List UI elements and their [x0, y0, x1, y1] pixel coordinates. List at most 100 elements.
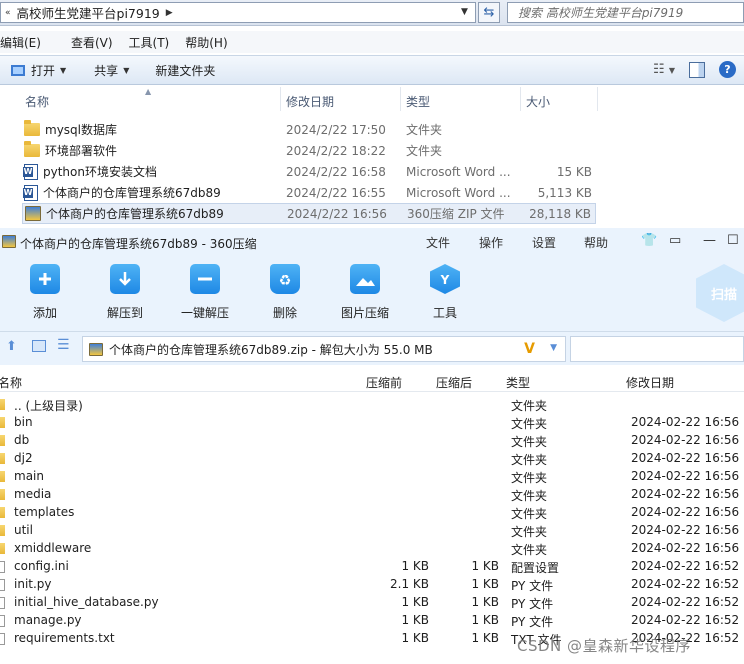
- help-icon[interactable]: ?: [719, 61, 736, 78]
- zcol-comp[interactable]: 压缩后: [436, 374, 472, 391]
- up-arrow-icon[interactable]: ⬆: [6, 339, 17, 354]
- zip-row-date: 2024-02-22 16:56: [631, 451, 740, 465]
- address-bar[interactable]: « 高校师生党建平台pi7919 ▶ ▼: [0, 2, 476, 23]
- folder-icon: [0, 435, 5, 446]
- zip-menu-operate[interactable]: 操作: [479, 234, 503, 251]
- zip-archive-icon: [89, 342, 103, 356]
- file-row[interactable]: 环境部署软件 2024/2/22 18:22 文件夹: [22, 140, 596, 161]
- zip-row-type: PY 文件: [511, 615, 554, 629]
- file-name: 环境部署软件: [45, 144, 118, 158]
- file-icon: [0, 561, 5, 573]
- zip-row[interactable]: templates 文件夹 2024-02-22 16:56: [0, 504, 744, 522]
- col-name[interactable]: 名称: [25, 93, 49, 110]
- zip-menu-help[interactable]: 帮助: [584, 234, 608, 251]
- menu-tools[interactable]: 工具(T): [129, 34, 170, 51]
- watermark: CSDN @皇森新华设程序: [517, 637, 692, 655]
- explorer-toolbar: 打开 ▼ 共享 ▼ 新建文件夹 ☷ ▼ ?: [0, 55, 744, 85]
- zip-search-input[interactable]: [570, 336, 744, 362]
- delete-button[interactable]: ♻ 删除: [250, 264, 320, 321]
- folder-icon: [0, 543, 5, 554]
- zip-row[interactable]: media 文件夹 2024-02-22 16:56: [0, 486, 744, 504]
- feedback-icon[interactable]: ▭: [669, 233, 681, 248]
- skin-icon[interactable]: 👕: [641, 233, 657, 248]
- file-row[interactable]: python环境安装文档 2024/2/22 16:58 Microsoft W…: [22, 161, 596, 182]
- zip-row[interactable]: main 文件夹 2024-02-22 16:56: [0, 468, 744, 486]
- share-button[interactable]: 共享 ▼: [84, 59, 139, 81]
- zip-row[interactable]: xmiddleware 文件夹 2024-02-22 16:56: [0, 540, 744, 558]
- zip-row-type: PY 文件: [511, 579, 554, 593]
- search-input[interactable]: 搜索 高校师生党建平台pi7919: [507, 2, 744, 23]
- menu-edit[interactable]: 编辑(E): [0, 34, 41, 51]
- refresh-button[interactable]: ⇆: [478, 2, 500, 23]
- chevron-right-icon[interactable]: ▶: [166, 8, 173, 18]
- refresh-icon: ⇆: [483, 5, 495, 20]
- address-segment[interactable]: 高校师生党建平台pi7919: [17, 3, 160, 22]
- zip-row[interactable]: util 文件夹 2024-02-22 16:56: [0, 522, 744, 540]
- zip-row[interactable]: initial_hive_database.py 1 KB 1 KB PY 文件 202…: [0, 594, 744, 612]
- zip-archive-icon: [25, 206, 41, 221]
- zip-menu-settings[interactable]: 设置: [532, 234, 556, 251]
- path-dropdown-icon[interactable]: ▼: [550, 343, 557, 353]
- zip-row[interactable]: db 文件夹 2024-02-22 16:56: [0, 432, 744, 450]
- zip-row-comp-size: 1 KB: [471, 631, 499, 645]
- zip-row-name: templates: [14, 505, 75, 519]
- image-compress-button[interactable]: 图片压缩: [330, 264, 400, 321]
- col-size[interactable]: 大小: [526, 93, 550, 110]
- open-icon: [11, 65, 25, 76]
- zip-row-orig-size: 2.1 KB: [390, 577, 429, 591]
- thumbnail-view-icon[interactable]: [32, 340, 46, 352]
- file-type: 360压缩 ZIP 文件: [407, 207, 505, 221]
- zip-row-date: 2024-02-22 16:52: [631, 595, 740, 609]
- zip-row-orig-size: 1 KB: [401, 613, 429, 627]
- scan-button[interactable]: 扫描: [696, 264, 744, 322]
- zip-menu-file[interactable]: 文件: [426, 234, 450, 251]
- zip-row-type: 文件夹: [511, 399, 548, 413]
- address-dropdown-icon[interactable]: ▼: [461, 7, 468, 17]
- tools-icon: Y: [430, 264, 460, 294]
- maximize-icon[interactable]: ☐: [727, 233, 739, 248]
- menu-help[interactable]: 帮助(H): [185, 34, 227, 51]
- caret-down-icon: ▼: [123, 65, 130, 75]
- zip-row-date: 2024-02-22 16:56: [631, 469, 740, 483]
- one-click-extract-button[interactable]: 一键解压: [170, 264, 240, 321]
- zip-row[interactable]: bin 文件夹 2024-02-22 16:56: [0, 414, 744, 432]
- menu-view[interactable]: 查看(V): [71, 34, 113, 51]
- preview-pane-icon[interactable]: [689, 61, 705, 78]
- col-date[interactable]: 修改日期: [286, 93, 334, 110]
- file-row[interactable]: 个体商户的仓库管理系统67db89 2024/2/22 16:55 Micros…: [22, 182, 596, 203]
- file-type: 文件夹: [406, 123, 443, 137]
- file-size: 5,113 KB: [537, 185, 592, 200]
- zip-row-date: 2024-02-22 16:56: [631, 487, 740, 501]
- view-options-icon[interactable]: ☷ ▼: [653, 62, 675, 77]
- zip-row[interactable]: dj2 文件夹 2024-02-22 16:56: [0, 450, 744, 468]
- zip-row[interactable]: manage.py 1 KB 1 KB PY 文件 2024-02-22 16:52: [0, 612, 744, 630]
- verified-icon: V: [524, 341, 535, 357]
- tools-button[interactable]: Y 工具: [410, 264, 480, 321]
- file-row-selected[interactable]: 个体商户的仓库管理系统67db89 2024/2/22 16:56 360压缩 …: [22, 203, 596, 224]
- zip-title: 个体商户的仓库管理系统67db89 - 360压缩: [20, 237, 257, 251]
- zcol-orig[interactable]: 压缩前: [366, 374, 402, 391]
- col-type[interactable]: 类型: [406, 93, 430, 110]
- zip-row[interactable]: init.py 2.1 KB 1 KB PY 文件 2024-02-22 16:52: [0, 576, 744, 594]
- minimize-icon[interactable]: —: [703, 233, 716, 248]
- add-button[interactable]: 添加: [10, 264, 80, 321]
- zip-row[interactable]: .. (上级目录) 文件夹: [0, 396, 744, 414]
- folder-icon: [24, 141, 40, 157]
- zcol-name[interactable]: 名称: [0, 374, 22, 391]
- new-folder-button[interactable]: 新建文件夹: [145, 59, 225, 81]
- file-size: 15 KB: [556, 164, 592, 179]
- zip-path-bar[interactable]: 个体商户的仓库管理系统67db89.zip - 解包大小为 55.0 MB V …: [82, 336, 566, 362]
- zcol-date[interactable]: 修改日期: [626, 374, 674, 391]
- zip-row-type: PY 文件: [511, 597, 554, 611]
- caret-down-icon: ▼: [60, 65, 67, 75]
- zip-row-comp-size: 1 KB: [471, 595, 499, 609]
- file-name: mysql数据库: [45, 123, 117, 137]
- file-type: 文件夹: [406, 144, 443, 158]
- list-view-icon[interactable]: ☰: [57, 337, 70, 353]
- open-button[interactable]: 打开 ▼: [0, 59, 76, 81]
- zcol-type[interactable]: 类型: [506, 374, 530, 391]
- extract-to-button[interactable]: 解压到: [90, 264, 160, 321]
- file-row[interactable]: mysql数据库 2024/2/22 17:50 文件夹: [22, 119, 596, 140]
- zip-row[interactable]: config.ini 1 KB 1 KB 配置设置 2024-02-22 16:52: [0, 558, 744, 576]
- zip-row-name: media: [14, 487, 52, 501]
